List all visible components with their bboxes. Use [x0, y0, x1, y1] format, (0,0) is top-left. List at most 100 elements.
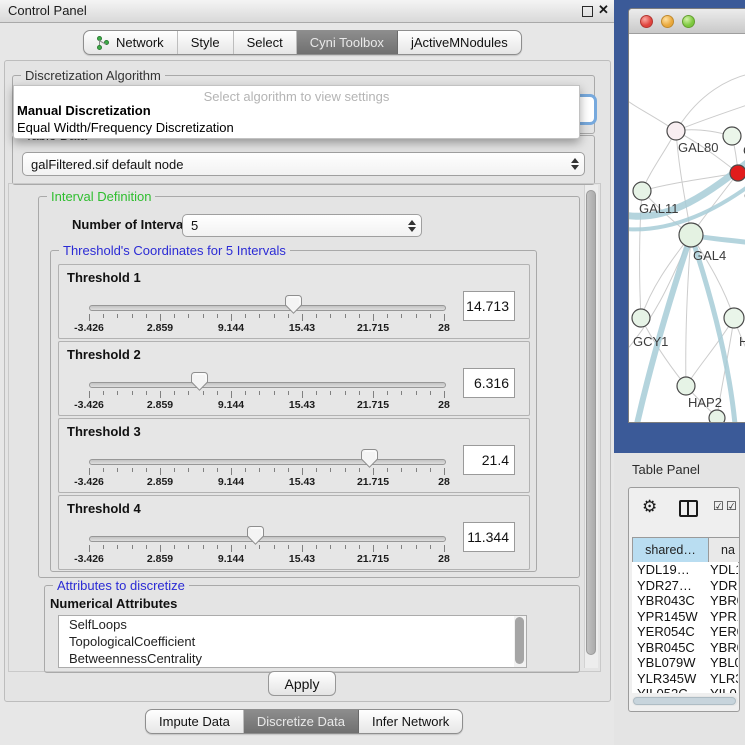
- panel-title: Control Panel: [8, 3, 87, 18]
- threshold-value-field[interactable]: 14.713: [463, 291, 515, 321]
- float-window-icon[interactable]: [582, 6, 593, 17]
- tab-impute-data[interactable]: Impute Data: [146, 710, 244, 733]
- table-row[interactable]: YIL052CYIL0: [632, 686, 738, 693]
- algorithm-popup: Select algorithm to view settings Manual…: [13, 85, 580, 139]
- vertical-scrollbar[interactable]: [584, 185, 598, 668]
- tab-jactivemnodules[interactable]: jActiveMNodules: [398, 31, 521, 54]
- column-header-shared-name[interactable]: shared…: [632, 538, 709, 562]
- slider-tick: [245, 314, 246, 318]
- close-traffic-light[interactable]: [640, 15, 653, 28]
- attribute-item-betweennesscentrality[interactable]: BetweennessCentrality: [59, 650, 526, 667]
- popup-item-manual-discretization[interactable]: Manual Discretization: [17, 103, 151, 118]
- slider-labels: -3.4262.8599.14415.4321.71528: [89, 553, 444, 565]
- attribute-item-selfloops[interactable]: SelfLoops: [59, 616, 526, 633]
- slider-tick: [89, 545, 90, 552]
- minimize-traffic-light[interactable]: [661, 15, 674, 28]
- tab-select[interactable]: Select: [234, 31, 297, 54]
- slider-tick: [359, 468, 360, 472]
- slider-tick: [444, 314, 445, 321]
- slider-tick: [103, 314, 104, 318]
- table-row[interactable]: YLR345WYLR3: [632, 671, 738, 687]
- slider-tick: [288, 314, 289, 318]
- table-panel: Table Panel ⚙ ☑ ☑ shared… na YDL19…YDL1Y…: [614, 453, 745, 745]
- table-row[interactable]: YDR27…YDR2: [632, 578, 738, 594]
- network-node-c[interactable]: [730, 165, 745, 181]
- zoom-traffic-light[interactable]: [682, 15, 695, 28]
- network-node-gal11[interactable]: [633, 182, 651, 200]
- columns-icon[interactable]: [679, 500, 698, 517]
- slider-tick: [217, 391, 218, 395]
- slider-tick-label: 28: [438, 399, 450, 411]
- popup-item-equal-width-frequency-discretization[interactable]: Equal Width/Frequency Discretization: [17, 120, 234, 135]
- slider-tick: [302, 468, 303, 475]
- column-header-name[interactable]: na: [709, 538, 740, 562]
- number-of-intervals-combobox[interactable]: 5: [182, 214, 422, 237]
- table-row[interactable]: YDL19…YDL1: [632, 562, 738, 578]
- table-data-combobox[interactable]: galFiltered.sif default node: [22, 152, 585, 176]
- threshold-value-field[interactable]: 11.344: [463, 522, 515, 552]
- slider-tick: [132, 314, 133, 318]
- tab-network[interactable]: Network: [84, 31, 178, 54]
- table-row[interactable]: YBR043CYBR0: [632, 593, 738, 609]
- control-panel-titlebar: Control Panel ✕: [0, 0, 614, 23]
- network-node-h[interactable]: [724, 308, 744, 328]
- slider-thumb[interactable]: [247, 526, 264, 545]
- attributes-scrollbar[interactable]: [514, 616, 526, 667]
- slider-tick-label: 21.715: [357, 322, 389, 334]
- network-node-gcy1[interactable]: [632, 309, 650, 327]
- slider-tick: [203, 468, 204, 472]
- network-node-gal80[interactable]: [667, 122, 685, 140]
- table-row[interactable]: YBL079WYBL0: [632, 655, 738, 671]
- table-row[interactable]: YBR045CYBR0: [632, 640, 738, 656]
- tab-cyni-toolbox[interactable]: Cyni Toolbox: [297, 31, 398, 54]
- slider-thumb[interactable]: [285, 295, 302, 314]
- checkbox-icon[interactable]: ☑: [726, 500, 737, 512]
- network-view-window: GAL80GACGAL11GAL4GCY1HHAP2: [628, 8, 745, 423]
- checkbox-icon[interactable]: ☑: [713, 500, 724, 512]
- network-node-gal4[interactable]: [679, 223, 703, 247]
- slider-tick: [259, 545, 260, 549]
- vertical-scrollbar-thumb[interactable]: [586, 190, 596, 655]
- slider-tick: [146, 545, 147, 549]
- slider-tick: [373, 545, 374, 552]
- slider-tick: [401, 314, 402, 318]
- threshold-label: Threshold 1: [67, 270, 141, 285]
- slider-tick-label: 15.43: [289, 322, 315, 334]
- slider-thumb[interactable]: [191, 372, 208, 391]
- slider-track[interactable]: [89, 382, 446, 388]
- network-node[interactable]: [709, 410, 725, 423]
- numerical-attributes-list[interactable]: SelfLoopsTopologicalCoefficientBetweenne…: [58, 615, 527, 668]
- attribute-item-topologicalcoefficient[interactable]: TopologicalCoefficient: [59, 633, 526, 650]
- apply-button[interactable]: Apply: [268, 671, 336, 696]
- slider-thumb[interactable]: [361, 449, 378, 468]
- network-node-ga[interactable]: [723, 127, 741, 145]
- slider-track[interactable]: [89, 459, 446, 465]
- slider-tick: [188, 468, 189, 472]
- tab-infer-network[interactable]: Infer Network: [359, 710, 462, 733]
- table-row[interactable]: YPR145WYPR1: [632, 609, 738, 625]
- gear-icon[interactable]: ⚙: [642, 498, 657, 515]
- slider-tick: [231, 391, 232, 398]
- combo-stepper-icon: [571, 153, 579, 175]
- attributes-scrollbar-thumb[interactable]: [515, 617, 524, 664]
- table-row[interactable]: YER054CYER0: [632, 624, 738, 640]
- threshold-value-field[interactable]: 21.4: [463, 445, 515, 475]
- slider-track[interactable]: [89, 536, 446, 542]
- slider-tick: [444, 391, 445, 398]
- network-canvas[interactable]: GAL80GACGAL11GAL4GCY1HHAP2: [629, 33, 745, 423]
- horizontal-scrollbar-thumb[interactable]: [633, 697, 736, 705]
- horizontal-scrollbar[interactable]: [632, 696, 738, 706]
- slider-tick: [430, 391, 431, 395]
- close-icon[interactable]: ✕: [598, 2, 609, 18]
- slider-tick: [231, 468, 232, 475]
- tab-style[interactable]: Style: [178, 31, 234, 54]
- tab-label: Style: [191, 35, 220, 50]
- threshold-value-field[interactable]: 6.316: [463, 368, 515, 398]
- network-node-hap2[interactable]: [677, 377, 695, 395]
- slider-tick: [132, 545, 133, 549]
- slider-track[interactable]: [89, 305, 446, 311]
- slider-tick: [416, 545, 417, 549]
- slider-tick: [174, 545, 175, 549]
- tab-discretize-data[interactable]: Discretize Data: [244, 710, 359, 733]
- cell-name: YDL1: [708, 562, 738, 577]
